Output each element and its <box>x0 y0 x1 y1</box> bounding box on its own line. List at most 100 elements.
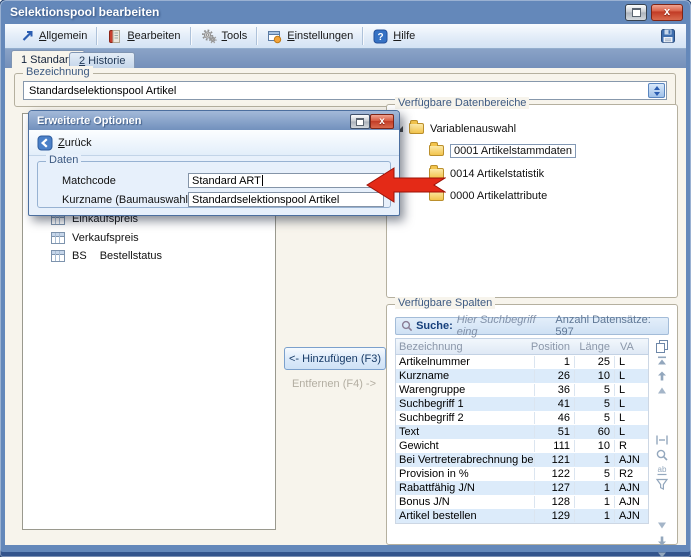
arrow-ne-icon <box>20 29 34 43</box>
dialog-toolbar: Zurück <box>29 130 399 156</box>
page-up-icon[interactable] <box>654 383 670 398</box>
filter-icon[interactable] <box>654 477 670 492</box>
cell-va: R2 <box>614 468 648 480</box>
restore-button[interactable] <box>625 4 647 21</box>
cell-length: 5 <box>574 412 614 424</box>
menu-tools[interactable]: Tools <box>192 26 257 46</box>
close-icon: x <box>379 117 385 127</box>
list-item[interactable]: Verkaufspreis <box>51 230 139 245</box>
daten-caption: Daten <box>46 154 81 166</box>
tree-node-label: 0014 Artikelstatistik <box>450 168 544 180</box>
cell-length: 5 <box>574 398 614 410</box>
remove-button-disabled[interactable]: Entfernen (F4) -> <box>284 376 384 392</box>
annotation-arrow <box>366 166 446 204</box>
move-up-icon[interactable] <box>654 368 670 383</box>
table-row[interactable]: Rabattfähig J/N1271AJN <box>396 481 648 495</box>
cell-name: Bei Vertreterabrechnung berücksichtige <box>396 454 534 466</box>
menu-hilfe[interactable]: ? Hilfe <box>364 26 424 46</box>
cell-length: 5 <box>574 468 614 480</box>
combobox-spinner[interactable] <box>648 83 665 98</box>
table-row[interactable]: Bei Vertreterabrechnung berücksichtige12… <box>396 453 648 467</box>
kurzname-field[interactable]: Standardselektionspool Artikel <box>188 192 384 207</box>
cell-name: Bonus J/N <box>396 496 534 508</box>
copy-icon[interactable] <box>654 338 670 353</box>
columns-table: Artikelnummer125L Kurzname2610L Warengru… <box>395 355 649 524</box>
table-row[interactable]: Artikel bestellen1291AJN <box>396 509 648 523</box>
table-row[interactable]: Artikelnummer125L <box>396 355 648 369</box>
table-row[interactable]: Suchbegriff 2465L <box>396 411 648 425</box>
cell-name: Text <box>396 426 534 438</box>
list-item[interactable]: BS Bestellstatus <box>51 248 162 263</box>
table-row[interactable]: Suchbegriff 1415L <box>396 397 648 411</box>
tree-node-root[interactable]: Variablenauswahl <box>397 121 516 136</box>
tree-node[interactable]: 0001 Artikelstammdaten <box>429 143 576 158</box>
sort-alpha-icon[interactable]: ab <box>654 462 670 477</box>
kurzname-value: Standardselektionspool Artikel <box>192 194 339 206</box>
table-row[interactable]: Bonus J/N1281AJN <box>396 495 648 509</box>
matchcode-value: Standard ART <box>192 175 261 187</box>
tree-node-label: 0000 Artikelattribute <box>450 190 547 202</box>
cell-position: 46 <box>534 412 574 424</box>
table-side-toolbar: ab <box>651 338 673 557</box>
cell-length: 60 <box>574 426 614 438</box>
move-down-icon[interactable] <box>654 533 670 548</box>
menu-label: Hilfe <box>393 30 415 42</box>
table-row[interactable]: Provision in %1225R2 <box>396 467 648 481</box>
tree-node[interactable]: 0000 Artikelattribute <box>429 188 547 203</box>
add-button[interactable]: <- Hinzufügen (F3) <box>284 347 386 370</box>
cell-va: AJN <box>614 496 648 508</box>
cell-position: 51 <box>534 426 574 438</box>
tree-node-label-selected: 0001 Artikelstammdaten <box>450 144 576 158</box>
menu-label: Tools <box>222 30 248 42</box>
menu-bearbeiten[interactable]: Bearbeiten <box>98 26 189 46</box>
list-item-label: Verkaufspreis <box>72 232 139 244</box>
cell-va: L <box>614 398 648 410</box>
menu-allgemein[interactable]: Allgemein <box>11 26 96 46</box>
cell-position: 128 <box>534 496 574 508</box>
window-titlebar[interactable]: Selektionspool bearbeiten <box>10 2 621 22</box>
spalten-group: Verfügbare Spalten Suche: Hier Suchbegri… <box>386 304 678 545</box>
page-down-icon[interactable] <box>654 518 670 533</box>
table-column-icon <box>51 232 65 244</box>
table-row[interactable]: Kurzname2610L <box>396 369 648 383</box>
scroll-bottom-icon[interactable] <box>654 548 670 557</box>
search-columns-icon[interactable] <box>654 447 670 462</box>
search-input[interactable]: Suche: Hier Suchbegriff eing Anzahl Date… <box>395 317 669 335</box>
erweiterte-optionen-dialog: Erweiterte Optionen x Zurück Daten Match… <box>28 110 400 216</box>
menu-einstellungen[interactable]: Einstellungen <box>258 26 362 46</box>
dialog-restore-button[interactable] <box>350 114 370 129</box>
tree-node[interactable]: 0014 Artikelstatistik <box>429 166 544 181</box>
save-floppy-icon <box>660 28 676 44</box>
cell-name: Suchbegriff 1 <box>396 398 534 410</box>
svg-text:ab: ab <box>658 465 667 474</box>
folder-icon <box>429 145 444 156</box>
spalten-caption: Verfügbare Spalten <box>395 297 495 309</box>
close-button[interactable]: x <box>651 4 683 21</box>
matchcode-field[interactable]: Standard ART <box>188 173 384 188</box>
cell-va: AJN <box>614 510 648 522</box>
matchcode-label: Matchcode <box>62 175 116 187</box>
menu-label: Allgemein <box>39 30 87 42</box>
save-button[interactable] <box>660 28 676 44</box>
cell-va: L <box>614 426 648 438</box>
dialog-titlebar[interactable]: Erweiterte Optionen x <box>29 111 399 130</box>
scroll-top-icon[interactable] <box>654 353 670 368</box>
folder-icon <box>409 123 424 134</box>
spin-down-icon <box>654 92 660 96</box>
back-arrow-icon <box>37 135 53 151</box>
gears-icon <box>201 29 217 44</box>
cell-name: Gewicht <box>396 440 534 452</box>
cell-name: Artikel bestellen <box>396 510 534 522</box>
column-width-icon[interactable] <box>654 432 670 447</box>
table-row[interactable]: Text5160L <box>396 425 648 439</box>
back-button[interactable]: Zurück <box>37 135 92 151</box>
bezeichnung-combobox[interactable]: Standardselektionspool Artikel <box>23 81 667 100</box>
dialog-close-button[interactable]: x <box>370 114 394 129</box>
close-icon: x <box>664 7 670 18</box>
table-row[interactable]: Gewicht11110R <box>396 439 648 453</box>
cell-name: Provision in % <box>396 468 534 480</box>
table-row[interactable]: Warengruppe365L <box>396 383 648 397</box>
cell-va: L <box>614 370 648 382</box>
cell-length: 1 <box>574 454 614 466</box>
cell-va: L <box>614 412 648 424</box>
